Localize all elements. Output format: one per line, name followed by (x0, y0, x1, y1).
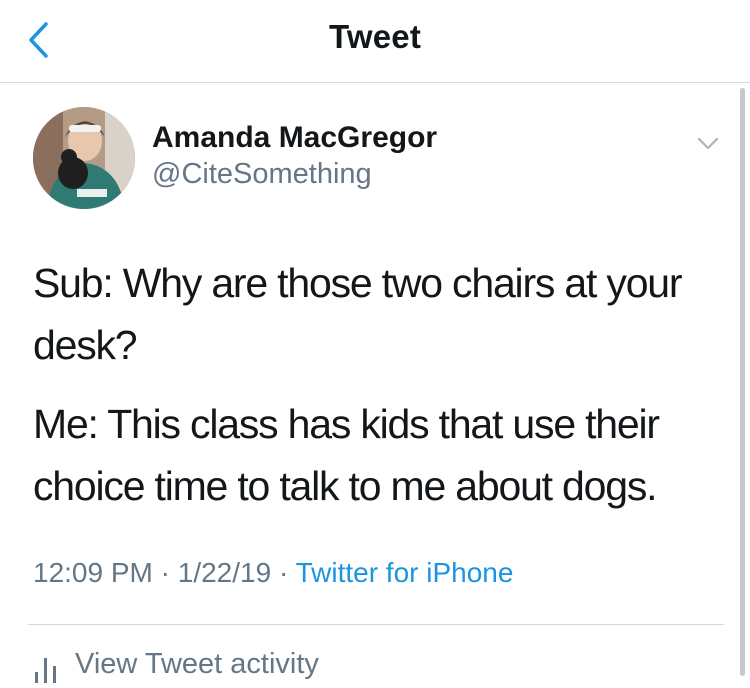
bar-chart-icon (35, 658, 56, 683)
avatar-photo (33, 107, 135, 209)
author-name[interactable]: Amanda MacGregor (152, 121, 437, 155)
page-title: Tweet (328, 18, 422, 55)
divider (28, 624, 724, 625)
meta-separator: · (152, 557, 178, 588)
tweet-source-link[interactable]: Twitter for iPhone (296, 557, 514, 588)
scrollbar[interactable] (740, 88, 745, 676)
meta-separator: · (271, 557, 296, 588)
tweet-text-paragraph: Me: This class has kids that use their c… (33, 401, 660, 509)
chevron-down-icon (697, 137, 719, 150)
author-handle[interactable]: @CiteSomething (152, 158, 372, 191)
view-tweet-activity-label: View Tweet activity (75, 648, 319, 680)
tweet-date: 1/22/19 (177, 557, 272, 588)
navigation-bar: Tweet (0, 0, 750, 83)
tweet-menu-button[interactable] (693, 130, 723, 156)
tweet-metadata: 12:09 PM · 1/22/19 · Twitter for iPhone (33, 557, 513, 589)
tweet-text-paragraph: Sub: Why are those two chairs at your de… (33, 260, 683, 368)
avatar[interactable] (33, 107, 135, 209)
tweet-time: 12:09 PM (33, 557, 153, 588)
